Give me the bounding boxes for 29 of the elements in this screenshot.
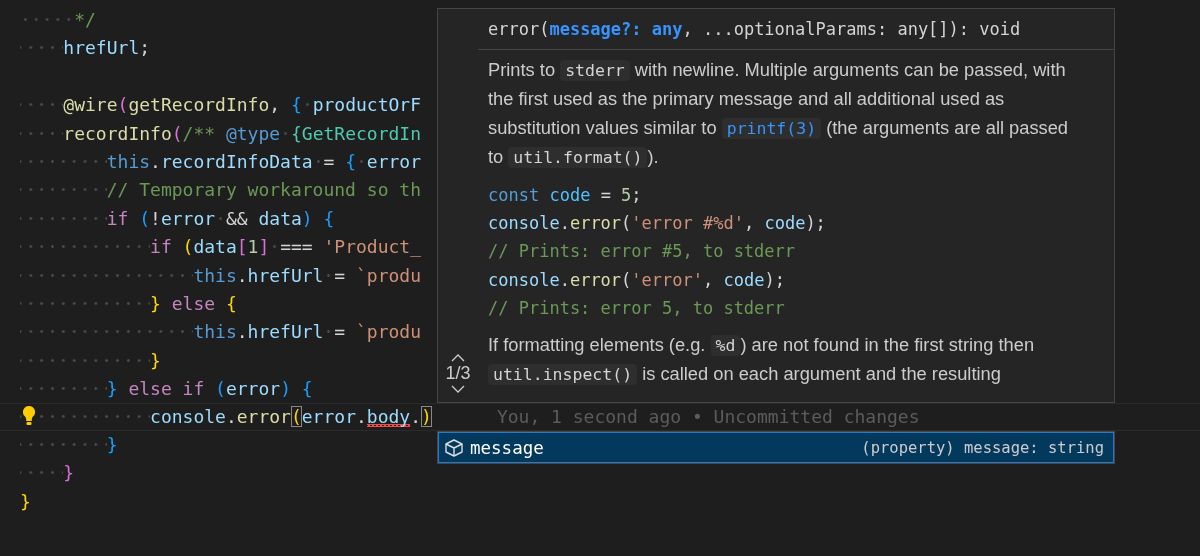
code-line: hrefUrl; — [20, 37, 151, 59]
suggestion-item[interactable]: message (property) message: string — [438, 432, 1114, 463]
signature-counter: 1/3 — [445, 363, 471, 384]
code-line: } — [20, 490, 31, 512]
code-line: this.recordInfoData = { error — [20, 150, 422, 172]
code-line: if (!error && data) { — [20, 207, 335, 229]
cube-icon — [444, 437, 464, 458]
code-line: @wire(getRecordInfo, { productOrF — [20, 94, 422, 116]
doc-paragraph: Prints to stderr with newline. Multiple arguments can be passed, with the first used as the primary message and all additional used as substitution values similar to printf(3) (the arguments are all passed to util.format() ). — [488, 58, 1070, 171]
code-line: } — [20, 462, 75, 484]
function-signature: error(message?: any, ...optionalParams: any[]): void — [478, 9, 1114, 50]
code-line: if (data[1] === 'Product_ — [20, 236, 422, 258]
chevron-down-icon[interactable] — [451, 384, 465, 394]
code-example-line: console.error('error #%d', code); — [488, 212, 826, 236]
code-line: // Temporary workaround so th — [20, 179, 421, 201]
code-line: this.hrefUrl = `produ — [20, 264, 421, 286]
doc-paragraph: If formatting elements (e.g. %d ) are not found in the first string then util.inspect() is called on each argument and the resulting — [488, 332, 1036, 388]
chevron-up-icon[interactable] — [451, 353, 465, 363]
code-line: console.error(error.body.) — [20, 406, 432, 428]
code-example-line: // Prints: error 5, to stderr — [488, 297, 785, 321]
lightbulb-icon[interactable] — [22, 405, 36, 428]
blame-annotation: You, 1 second ago • Uncommitted changes — [496, 406, 920, 428]
code-example-line: console.error('error', code); — [488, 268, 785, 292]
code-example-line: // Prints: error #5, to stderr — [488, 240, 796, 264]
doc-link[interactable]: printf(3) — [721, 117, 822, 139]
code-line: this.hrefUrl = `produ — [20, 321, 421, 343]
code-line: recordInfo(/** @type {GetRecordIn — [20, 122, 421, 144]
code-example-line: const code = 5; — [488, 183, 642, 207]
code-line: } else if (error) { — [20, 378, 313, 400]
